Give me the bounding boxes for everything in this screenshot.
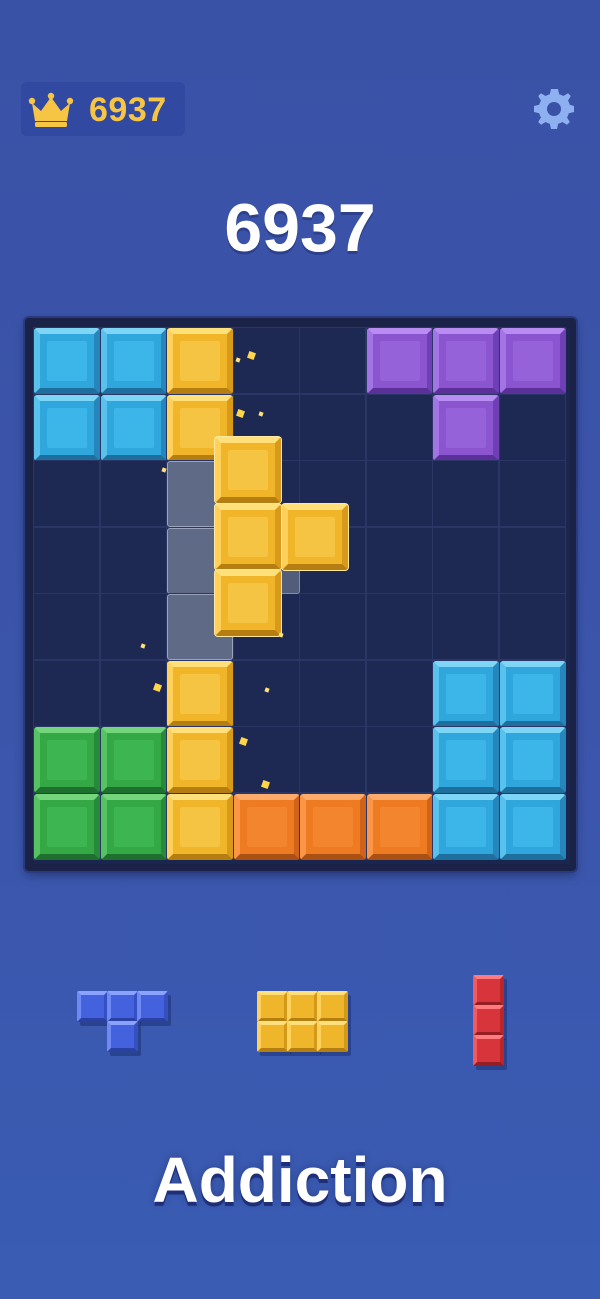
- blue-mini-block: [107, 991, 138, 1022]
- green-block: [34, 793, 100, 860]
- dragging-block: [215, 437, 281, 503]
- board-cell: [33, 460, 100, 527]
- board-cell: [498, 460, 566, 527]
- board-cell: [365, 460, 433, 527]
- green-block: [34, 727, 100, 793]
- purple-block: [433, 394, 499, 461]
- yellow-block: [167, 793, 233, 860]
- cyan-block: [433, 660, 499, 727]
- best-score-badge: 6937: [21, 82, 185, 136]
- yellow-mini-block: [287, 1021, 318, 1052]
- cyan-block: [433, 727, 499, 793]
- board-cell: [299, 593, 366, 660]
- cyan-block: [100, 394, 167, 461]
- yellow-mini-block: [257, 1021, 288, 1052]
- board-cell: [99, 593, 167, 660]
- yellow-block: [167, 727, 233, 793]
- cyan-block: [100, 328, 167, 394]
- orange-block: [233, 793, 300, 860]
- board-cell: [365, 726, 433, 793]
- board-cell: [33, 659, 100, 727]
- dragging-block: [215, 570, 281, 636]
- green-block: [100, 793, 167, 860]
- tagline: Addiction: [152, 1144, 448, 1216]
- cyan-block: [433, 793, 499, 860]
- board-cell: [432, 460, 499, 527]
- purple-block: [433, 328, 499, 394]
- yellow-block: [167, 660, 233, 727]
- red-mini-block: [473, 975, 504, 1006]
- cyan-block: [499, 660, 566, 727]
- green-block: [100, 727, 167, 793]
- gear-icon[interactable]: [530, 85, 578, 133]
- board-cell: [365, 593, 433, 660]
- yellow-mini-block: [257, 991, 288, 1022]
- purple-block: [499, 328, 566, 394]
- cyan-block: [499, 727, 566, 793]
- board-cell: [33, 526, 100, 594]
- game-board[interactable]: [33, 327, 570, 864]
- board-cell: [432, 593, 499, 660]
- board-cell: [365, 393, 433, 461]
- board-cell: [299, 659, 366, 727]
- red-mini-block: [473, 1005, 504, 1036]
- orange-block: [300, 793, 366, 860]
- board-cell: [33, 593, 100, 660]
- purple-block: [366, 328, 433, 394]
- board-cell: [232, 659, 300, 727]
- best-score-value: 6937: [89, 91, 167, 129]
- board-cell: [99, 460, 167, 527]
- dragging-block: [215, 503, 281, 570]
- cyan-block: [34, 328, 100, 394]
- red-mini-block: [473, 1035, 504, 1066]
- board-cell: [498, 393, 566, 461]
- yellow-mini-block: [317, 991, 348, 1022]
- board-cell: [232, 327, 300, 394]
- yellow-mini-block: [287, 991, 318, 1022]
- board-cell: [99, 526, 167, 594]
- board-cell: [299, 726, 366, 793]
- blue-mini-block: [137, 991, 168, 1022]
- cyan-block: [34, 394, 100, 461]
- board-cell: [498, 526, 566, 594]
- board-cell: [498, 593, 566, 660]
- orange-block: [366, 793, 433, 860]
- dragging-block: [281, 503, 348, 570]
- cyan-block: [499, 793, 566, 860]
- board-cell: [365, 526, 433, 594]
- yellow-mini-block: [317, 1021, 348, 1052]
- board-cell: [432, 526, 499, 594]
- board-cell: [299, 327, 366, 394]
- blue-mini-block: [107, 1021, 138, 1052]
- crown-icon: [28, 92, 74, 127]
- current-score: 6937: [224, 190, 376, 266]
- board-cell: [299, 393, 366, 461]
- sparkle-effect: [161, 467, 167, 473]
- blue-mini-block: [77, 991, 108, 1022]
- yellow-block: [167, 328, 233, 394]
- board-cell: [99, 659, 167, 727]
- board-cell: [365, 659, 433, 727]
